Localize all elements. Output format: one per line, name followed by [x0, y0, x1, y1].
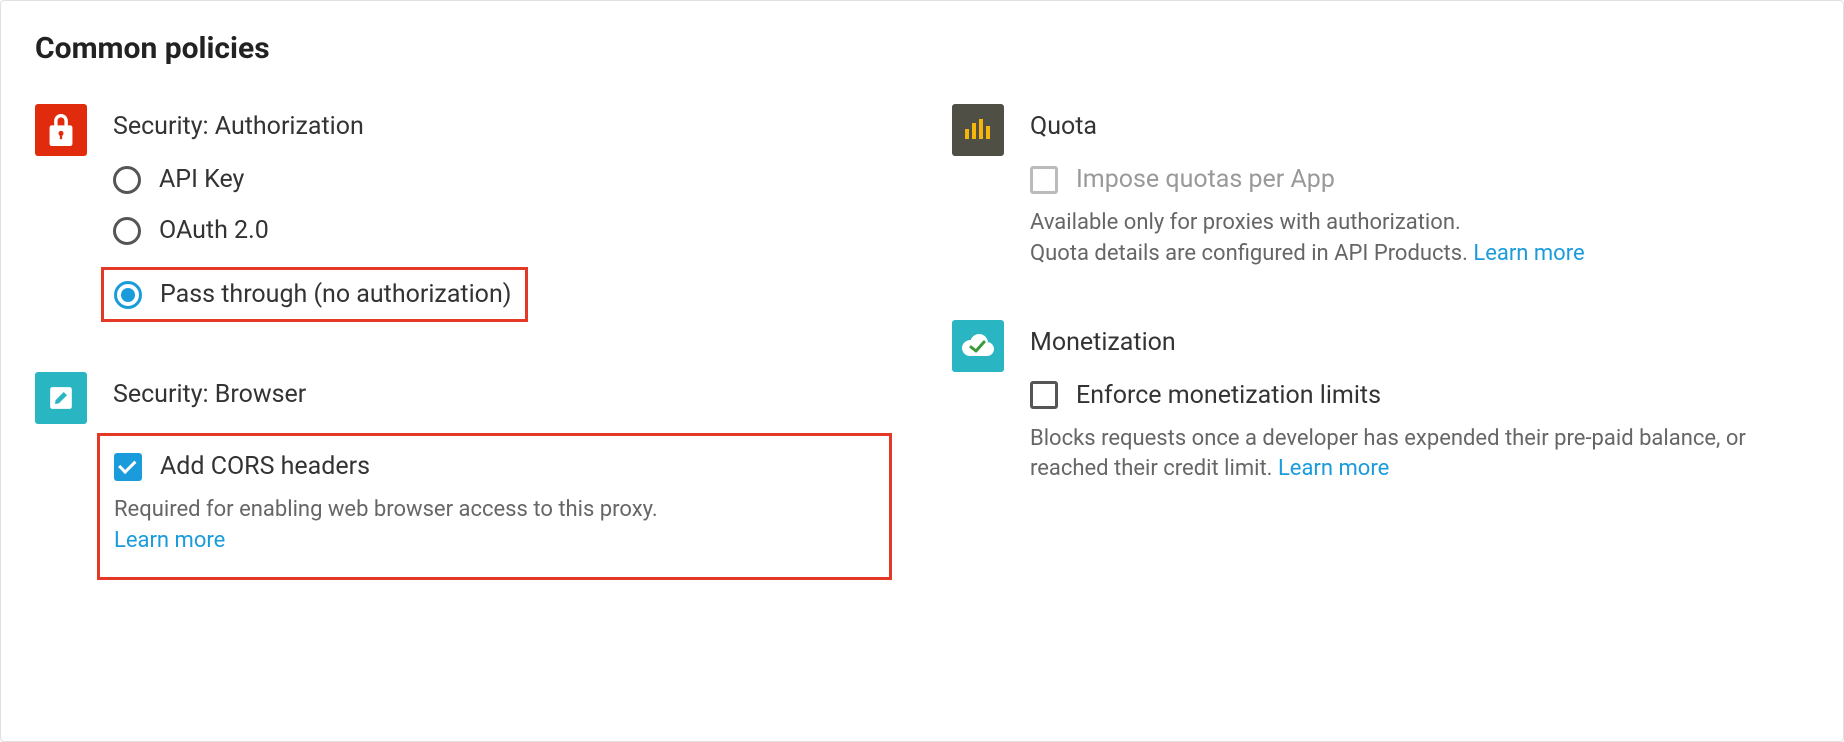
monetization-content: Monetization Enforce monetization limits…	[1030, 318, 1809, 486]
radio-pass-through[interactable]: Pass through (no authorization)	[114, 280, 511, 309]
bar-chart-icon	[952, 104, 1004, 156]
radio-label: Pass through (no authorization)	[160, 280, 511, 309]
security-browser-title: Security: Browser	[113, 380, 892, 409]
monetization-helper-text: Blocks requests once a developer has exp…	[1030, 424, 1809, 486]
radio-icon	[113, 166, 141, 194]
helper-text-content: Required for enabling web browser access…	[114, 497, 658, 522]
radio-label: OAuth 2.0	[159, 216, 269, 245]
checkbox-icon	[1030, 381, 1058, 409]
helper-text-line2: Quota details are configured in API Prod…	[1030, 241, 1473, 266]
cors-highlight: Add CORS headers Required for enabling w…	[97, 433, 892, 580]
quota-title: Quota	[1030, 112, 1809, 141]
checkbox-label: Add CORS headers	[160, 452, 370, 481]
radio-oauth[interactable]: OAuth 2.0	[113, 216, 892, 245]
section-title: Common policies	[35, 31, 1809, 66]
security-browser-block: Security: Browser Add CORS headers Requi…	[35, 370, 892, 580]
edit-icon	[35, 372, 87, 424]
checkbox-quota: Impose quotas per App	[1030, 165, 1809, 194]
learn-more-link[interactable]: Learn more	[1278, 456, 1389, 481]
checkbox-monetization[interactable]: Enforce monetization limits	[1030, 381, 1809, 410]
monetization-block: Monetization Enforce monetization limits…	[952, 318, 1809, 486]
learn-more-link[interactable]: Learn more	[1473, 241, 1584, 266]
authorization-options: API Key OAuth 2.0	[113, 165, 892, 322]
learn-more-link[interactable]: Learn more	[114, 528, 225, 553]
quota-content: Quota Impose quotas per App Available on…	[1030, 102, 1809, 270]
radio-label: API Key	[159, 165, 244, 194]
security-authorization-block: Security: Authorization API Key OAuth 2.…	[35, 102, 892, 322]
radio-pass-through-highlight: Pass through (no authorization)	[101, 267, 528, 322]
monetization-title: Monetization	[1030, 328, 1809, 357]
checkbox-cors[interactable]: Add CORS headers	[114, 452, 869, 481]
lock-icon	[35, 104, 87, 156]
checkbox-icon-checked	[114, 453, 142, 481]
helper-text-line1: Available only for proxies with authoriz…	[1030, 210, 1461, 235]
policy-columns: Security: Authorization API Key OAuth 2.…	[35, 102, 1809, 628]
radio-dot-icon	[121, 288, 135, 302]
checkbox-label: Impose quotas per App	[1076, 165, 1335, 194]
cors-helper-text: Required for enabling web browser access…	[114, 495, 869, 557]
security-authorization-title: Security: Authorization	[113, 112, 892, 141]
common-policies-panel: Common policies Security: Authorization	[0, 0, 1844, 742]
quota-helper-text: Available only for proxies with authoriz…	[1030, 208, 1809, 270]
radio-icon	[113, 217, 141, 245]
right-column: Quota Impose quotas per App Available on…	[952, 102, 1809, 628]
security-authorization-content: Security: Authorization API Key OAuth 2.…	[113, 102, 892, 322]
cloud-check-icon	[952, 320, 1004, 372]
quota-block: Quota Impose quotas per App Available on…	[952, 102, 1809, 270]
radio-api-key[interactable]: API Key	[113, 165, 892, 194]
left-column: Security: Authorization API Key OAuth 2.…	[35, 102, 892, 628]
security-browser-content: Security: Browser Add CORS headers Requi…	[113, 370, 892, 580]
checkbox-icon-disabled	[1030, 166, 1058, 194]
checkbox-label: Enforce monetization limits	[1076, 381, 1381, 410]
check-icon	[118, 455, 136, 473]
radio-icon-selected	[114, 281, 142, 309]
